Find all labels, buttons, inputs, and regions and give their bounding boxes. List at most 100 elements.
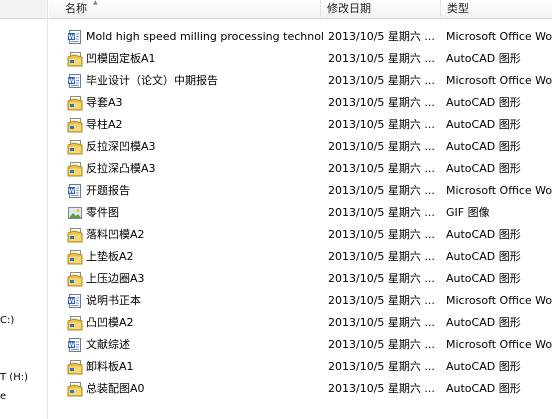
file-type: AutoCAD 图形 xyxy=(446,250,521,263)
autocad-drawing-icon xyxy=(67,161,83,177)
autocad-drawing-icon xyxy=(67,271,83,287)
svg-text:W: W xyxy=(68,188,75,195)
file-row[interactable]: 凹模固定板A1 2013/10/5 星期六 ... AutoCAD 图形 xyxy=(49,48,552,70)
file-name-cell[interactable]: 落料凹模A2 xyxy=(67,224,323,246)
nav-item-drive-c[interactable]: C:) xyxy=(0,314,14,328)
file-name-cell[interactable]: W Mold high speed milling processing tech… xyxy=(67,26,323,48)
file-name-cell[interactable]: 凸凹模A2 xyxy=(67,312,323,334)
file-date: 2013/10/5 星期六 ... xyxy=(328,316,435,329)
file-row[interactable]: W Mold high speed milling processing tech… xyxy=(49,26,552,48)
file-type: AutoCAD 图形 xyxy=(446,272,521,285)
autocad-drawing-icon xyxy=(67,227,83,243)
navigation-pane: C:) T (H:) e xyxy=(0,0,48,419)
file-name-cell[interactable]: 上压边圈A3 xyxy=(67,268,323,290)
file-name-cell[interactable]: 反拉深凹模A3 xyxy=(67,136,323,158)
word-doc-icon: W xyxy=(67,293,83,309)
file-name: 零件图 xyxy=(86,206,119,219)
file-type: AutoCAD 图形 xyxy=(446,228,521,241)
word-doc-icon: W xyxy=(67,183,83,199)
nav-item-partial[interactable]: e xyxy=(0,390,6,404)
file-row[interactable]: W 说明书正本 2013/10/5 星期六 ... Microsoft Office … xyxy=(49,290,552,312)
file-date: 2013/10/5 星期六 ... xyxy=(328,74,435,87)
file-type: AutoCAD 图形 xyxy=(446,118,521,131)
column-header-type-label: 类型 xyxy=(447,2,469,15)
file-type: AutoCAD 图形 xyxy=(446,52,521,65)
file-date: 2013/10/5 星期六 ... xyxy=(328,140,435,153)
file-date: 2013/10/5 星期六 ... xyxy=(328,228,435,241)
file-name-cell[interactable]: 反拉深凸模A3 xyxy=(67,158,323,180)
svg-text:W: W xyxy=(68,342,75,349)
file-name-cell[interactable]: 零件图 xyxy=(67,202,323,224)
file-row[interactable]: 落料凹模A2 2013/10/5 星期六 ... AutoCAD 图形 xyxy=(49,224,552,246)
file-name: 文献综述 xyxy=(86,338,130,351)
file-row[interactable]: 上垫板A2 2013/10/5 星期六 ... AutoCAD 图形 xyxy=(49,246,552,268)
autocad-drawing-icon xyxy=(67,117,83,133)
autocad-drawing-icon xyxy=(67,315,83,331)
file-row[interactable]: 总装配图A0 2013/10/5 星期六 ... AutoCAD 图形 xyxy=(49,378,552,400)
file-date: 2013/10/5 星期六 ... xyxy=(328,360,435,373)
file-name-cell[interactable]: 导柱A2 xyxy=(67,114,323,136)
file-row[interactable]: 零件图 2013/10/5 星期六 ... GIF 图像 xyxy=(49,202,552,224)
column-header-date-label: 修改日期 xyxy=(327,2,371,15)
file-name-cell[interactable]: 卸料板A1 xyxy=(67,356,323,378)
file-type: AutoCAD 图形 xyxy=(446,162,521,175)
file-name: 反拉深凸模A3 xyxy=(86,162,156,175)
file-name: 卸料板A1 xyxy=(86,360,134,373)
file-row[interactable]: 凸凹模A2 2013/10/5 星期六 ... AutoCAD 图形 xyxy=(49,312,552,334)
svg-text:W: W xyxy=(68,78,75,85)
file-date: 2013/10/5 星期六 ... xyxy=(328,294,435,307)
column-header-date[interactable]: 修改日期 xyxy=(321,0,441,19)
word-doc-icon: W xyxy=(67,73,83,89)
svg-text:W: W xyxy=(68,298,75,305)
file-type: GIF 图像 xyxy=(446,206,490,219)
file-name-cell[interactable]: 凹模固定板A1 xyxy=(67,48,323,70)
nav-item-label: C:) xyxy=(0,315,15,326)
file-row[interactable]: 上压边圈A3 2013/10/5 星期六 ... AutoCAD 图形 xyxy=(49,268,552,290)
file-date: 2013/10/5 星期六 ... xyxy=(328,382,435,395)
file-name-cell[interactable]: 上垫板A2 xyxy=(67,246,323,268)
file-name-cell[interactable]: W 文献综述 xyxy=(67,334,323,356)
file-type: Microsoft Office Wo... xyxy=(446,30,552,43)
file-name-cell[interactable]: W 开题报告 xyxy=(67,180,323,202)
file-name-cell[interactable]: 总装配图A0 xyxy=(67,378,323,400)
gif-image-icon xyxy=(67,205,83,221)
navigation-pane-top xyxy=(0,0,47,19)
file-row[interactable]: 导套A3 2013/10/5 星期六 ... AutoCAD 图形 xyxy=(49,92,552,114)
file-type: Microsoft Office Wo... xyxy=(446,184,552,197)
file-row[interactable]: 卸料板A1 2013/10/5 星期六 ... AutoCAD 图形 xyxy=(49,356,552,378)
column-header-name[interactable]: ▲ 名称 xyxy=(49,0,321,19)
file-name: 凹模固定板A1 xyxy=(86,52,156,65)
autocad-drawing-icon xyxy=(67,381,83,397)
file-name: 开题报告 xyxy=(86,184,130,197)
file-row[interactable]: W 开题报告 2013/10/5 星期六 ... Microsoft Office W… xyxy=(49,180,552,202)
word-doc-icon: W xyxy=(67,337,83,353)
file-type: AutoCAD 图形 xyxy=(446,382,521,395)
file-type: AutoCAD 图形 xyxy=(446,360,521,373)
svg-text:W: W xyxy=(68,34,75,41)
column-header-type[interactable]: 类型 xyxy=(441,0,552,19)
file-type: AutoCAD 图形 xyxy=(446,140,521,153)
file-date: 2013/10/5 星期六 ... xyxy=(328,52,435,65)
file-row[interactable]: 反拉深凸模A3 2013/10/5 星期六 ... AutoCAD 图形 xyxy=(49,158,552,180)
file-date: 2013/10/5 星期六 ... xyxy=(328,184,435,197)
file-date: 2013/10/5 星期六 ... xyxy=(328,162,435,175)
sort-up-icon: ▲ xyxy=(93,0,98,6)
file-row[interactable]: W 文献综述 2013/10/5 星期六 ... Microsoft Office W… xyxy=(49,334,552,356)
file-row[interactable]: W 毕业设计（论文）中期报告 2013/10/5 星期六 ... Microsoft … xyxy=(49,70,552,92)
file-date: 2013/10/5 星期六 ... xyxy=(328,96,435,109)
file-name: 上压边圈A3 xyxy=(86,272,145,285)
file-type: AutoCAD 图形 xyxy=(446,96,521,109)
file-name-cell[interactable]: W 说明书正本 xyxy=(67,290,323,312)
column-header-name-label: 名称 xyxy=(65,2,87,15)
file-name-cell[interactable]: W 毕业设计（论文）中期报告 xyxy=(67,70,323,92)
file-type: Microsoft Office Wo... xyxy=(446,338,552,351)
column-header-row: ▲ 名称 修改日期 类型 xyxy=(49,0,552,19)
file-row[interactable]: 反拉深凹模A3 2013/10/5 星期六 ... AutoCAD 图形 xyxy=(49,136,552,158)
nav-item-label: e xyxy=(0,391,7,402)
nav-item-drive-h[interactable]: T (H:) xyxy=(0,371,28,385)
file-name-cell[interactable]: 导套A3 xyxy=(67,92,323,114)
file-list-pane: ▲ 名称 修改日期 类型 W Mold high speed milling pr… xyxy=(49,0,552,419)
autocad-drawing-icon xyxy=(67,139,83,155)
file-row[interactable]: 导柱A2 2013/10/5 星期六 ... AutoCAD 图形 xyxy=(49,114,552,136)
autocad-drawing-icon xyxy=(67,359,83,375)
